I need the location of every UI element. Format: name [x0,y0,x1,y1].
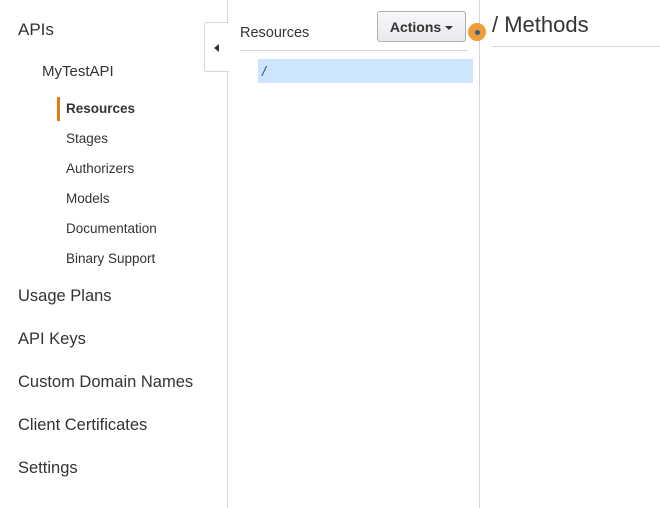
active-indicator-bar [57,97,60,121]
actions-label: Actions [389,18,442,35]
resource-path: / [262,63,266,79]
nav-apis[interactable]: APIs [18,20,54,40]
resource-tree-row-root[interactable]: / [258,59,473,83]
nav-settings[interactable]: Settings [18,459,78,478]
collapse-nav-button[interactable] [204,22,229,72]
left-nav: APIs MyTestAPI Resources Stages Authoriz… [0,0,228,508]
chevron-left-icon [214,44,219,52]
nav-api-mytestapi[interactable]: MyTestAPI [42,63,114,80]
nav-sub-binary-support[interactable]: Binary Support [66,251,155,266]
nav-usage-plans[interactable]: Usage Plans [18,287,112,306]
nav-sub-models[interactable]: Models [66,191,110,206]
resources-divider [240,50,468,51]
nav-sub-resources[interactable]: Resources [66,101,135,116]
caret-down-icon [445,25,454,30]
resources-title: Resources [240,25,310,41]
nav-divider [227,0,228,508]
nav-client-certificates[interactable]: Client Certificates [18,416,147,435]
methods-title: / Methods [492,12,589,37]
panel-divider [479,0,480,508]
nav-sub-authorizers[interactable]: Authorizers [66,161,134,176]
methods-divider [492,46,660,47]
status-dot-icon [468,23,486,41]
nav-api-keys[interactable]: API Keys [18,330,86,349]
nav-sub-documentation[interactable]: Documentation [66,221,157,236]
nav-custom-domain-names[interactable]: Custom Domain Names [18,373,193,392]
actions-dropdown-button[interactable]: Actions [377,11,466,42]
nav-sub-stages[interactable]: Stages [66,131,108,146]
